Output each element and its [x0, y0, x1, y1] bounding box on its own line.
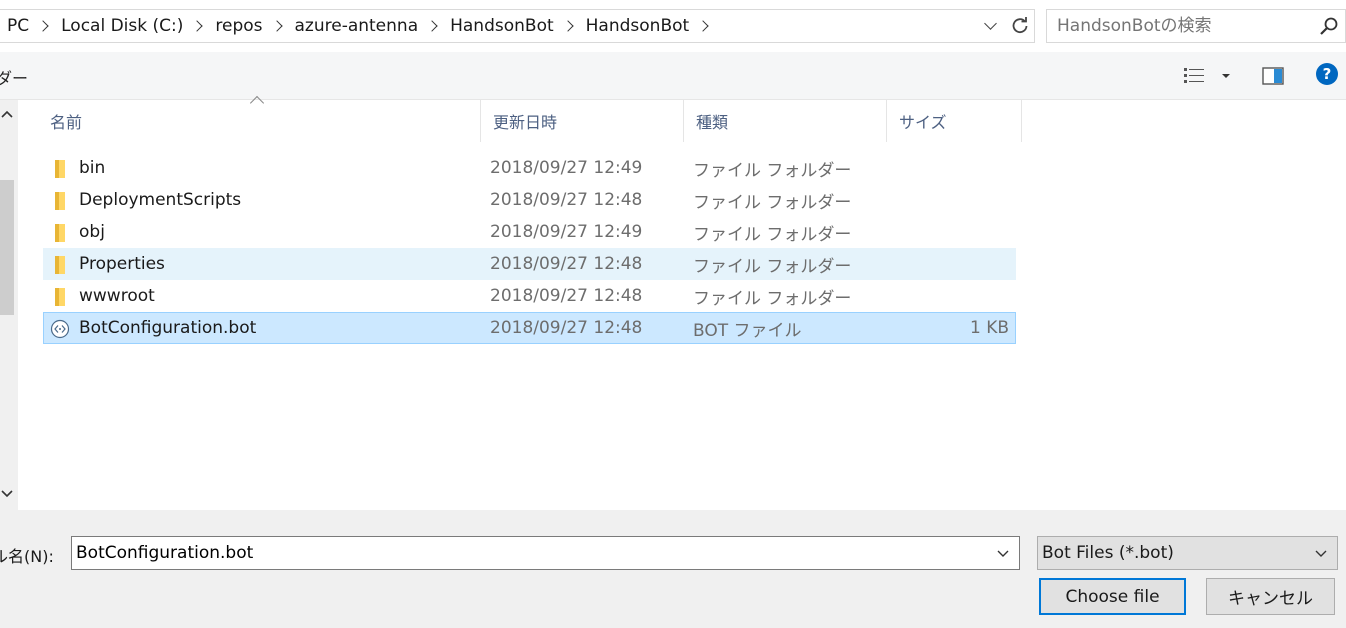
search-icon[interactable] [1319, 16, 1339, 36]
refresh-icon [1012, 17, 1028, 34]
breadcrumb-item-handsonbot[interactable]: HandsonBot [442, 16, 562, 36]
file-row-wwwroot[interactable]: wwwroot 2018/09/27 12:48 ファイル フォルダー [43, 280, 1016, 312]
navigation-pane[interactable] [0, 100, 18, 510]
svg-text:?: ? [1323, 65, 1332, 83]
breadcrumb-item-azure-antenna[interactable]: azure-antenna [287, 16, 427, 36]
file-name: BotConfiguration.bot [79, 318, 257, 338]
filename-label: ル名(N): [0, 547, 54, 566]
help-button[interactable]: ? [1315, 62, 1339, 90]
address-bar-row: PC Local Disk (C:) repos azure-antenna H… [0, 0, 1346, 52]
file-date: 2018/09/27 12:48 [490, 254, 643, 274]
file-type: ファイル フォルダー [693, 224, 852, 245]
preview-pane-button[interactable] [1260, 64, 1286, 88]
file-date: 2018/09/27 12:48 [490, 190, 643, 210]
search-box[interactable] [1046, 9, 1346, 43]
preview-pane-icon [1262, 67, 1284, 85]
breadcrumb-item-local-disk[interactable]: Local Disk (C:) [53, 16, 191, 36]
refresh-button[interactable] [1005, 10, 1035, 42]
breadcrumb-item-pc[interactable]: PC [0, 16, 37, 36]
breadcrumb-chevron-icon[interactable] [270, 20, 283, 32]
file-row-botconfiguration[interactable]: BotConfiguration.bot 2018/09/27 12:48 BO… [43, 312, 1016, 344]
file-name: wwwroot [79, 286, 155, 306]
address-bar[interactable]: PC Local Disk (C:) repos azure-antenna H… [0, 9, 1035, 43]
file-type: ファイル フォルダー [693, 288, 852, 309]
column-header-type[interactable]: 種類 [684, 100, 887, 142]
file-date: 2018/09/27 12:49 [490, 222, 643, 242]
folder-icon [55, 288, 65, 306]
file-type: BOT ファイル [693, 320, 802, 341]
file-name: Properties [79, 254, 165, 274]
column-header-date[interactable]: 更新日時 [481, 100, 684, 142]
file-row-properties[interactable]: Properties 2018/09/27 12:48 ファイル フォルダー [43, 248, 1016, 280]
chevron-down-icon [1315, 550, 1327, 557]
filename-input[interactable] [72, 537, 972, 569]
file-name: obj [79, 222, 105, 242]
breadcrumb-chevron-icon[interactable] [697, 20, 709, 32]
breadcrumb-chevron-icon[interactable] [561, 20, 574, 32]
search-input[interactable] [1047, 10, 1307, 42]
chevron-down-icon[interactable] [995, 545, 1011, 561]
folder-icon [55, 192, 65, 210]
filename-combobox[interactable] [71, 536, 1020, 570]
breadcrumb-item-handsonbot-current[interactable]: HandsonBot [578, 16, 698, 36]
change-view-button[interactable] [1182, 64, 1234, 88]
details-view-icon [1184, 68, 1204, 83]
file-type: ファイル フォルダー [693, 160, 852, 181]
file-type: ファイル フォルダー [693, 192, 852, 213]
column-header-size[interactable]: サイズ [887, 100, 1022, 142]
scroll-up-icon[interactable] [0, 108, 14, 122]
file-date: 2018/09/27 12:48 [490, 318, 643, 338]
file-date: 2018/09/27 12:49 [490, 158, 643, 178]
file-size: 1 KB [969, 318, 1009, 338]
file-name: bin [79, 158, 106, 178]
cancel-button[interactable]: キャンセル [1206, 578, 1335, 615]
scroll-down-icon[interactable] [0, 486, 14, 500]
folder-icon [55, 224, 65, 242]
file-date: 2018/09/27 12:48 [490, 286, 643, 306]
file-row-deploymentscripts[interactable]: DeploymentScripts 2018/09/27 12:48 ファイル … [43, 184, 1016, 216]
file-type: ファイル フォルダー [693, 256, 852, 277]
help-icon: ? [1316, 63, 1338, 85]
file-row-bin[interactable]: bin 2018/09/27 12:49 ファイル フォルダー [43, 152, 1016, 184]
file-row-obj[interactable]: obj 2018/09/27 12:49 ファイル フォルダー [43, 216, 1016, 248]
file-type-filter-select[interactable]: Bot Files (*.bot) [1037, 536, 1338, 570]
caret-down-icon [1222, 74, 1230, 78]
chevron-down-icon [983, 17, 997, 30]
folder-icon [55, 160, 65, 178]
file-name: DeploymentScripts [79, 190, 242, 210]
file-type-filter-value: Bot Files (*.bot) [1042, 543, 1174, 563]
choose-file-button[interactable]: Choose file [1039, 578, 1186, 615]
new-folder-button[interactable]: ダー [0, 65, 28, 89]
folder-icon [55, 256, 65, 274]
column-header-name[interactable]: 名前 [38, 100, 481, 142]
breadcrumb-item-repos[interactable]: repos [207, 16, 270, 36]
breadcrumb: PC Local Disk (C:) repos azure-antenna H… [0, 10, 713, 42]
command-bar: ダー [0, 52, 1346, 100]
file-list[interactable]: 名前 更新日時 種類 サイズ bin 2018/09/27 12:49 ファイル… [18, 95, 1346, 510]
address-history-dropdown[interactable] [977, 10, 1003, 42]
breadcrumb-chevron-icon[interactable] [191, 20, 204, 32]
breadcrumb-chevron-icon[interactable] [426, 20, 438, 32]
bot-file-icon [50, 319, 70, 339]
breadcrumb-chevron-icon[interactable] [37, 20, 49, 32]
scrollbar-thumb[interactable] [0, 180, 14, 315]
